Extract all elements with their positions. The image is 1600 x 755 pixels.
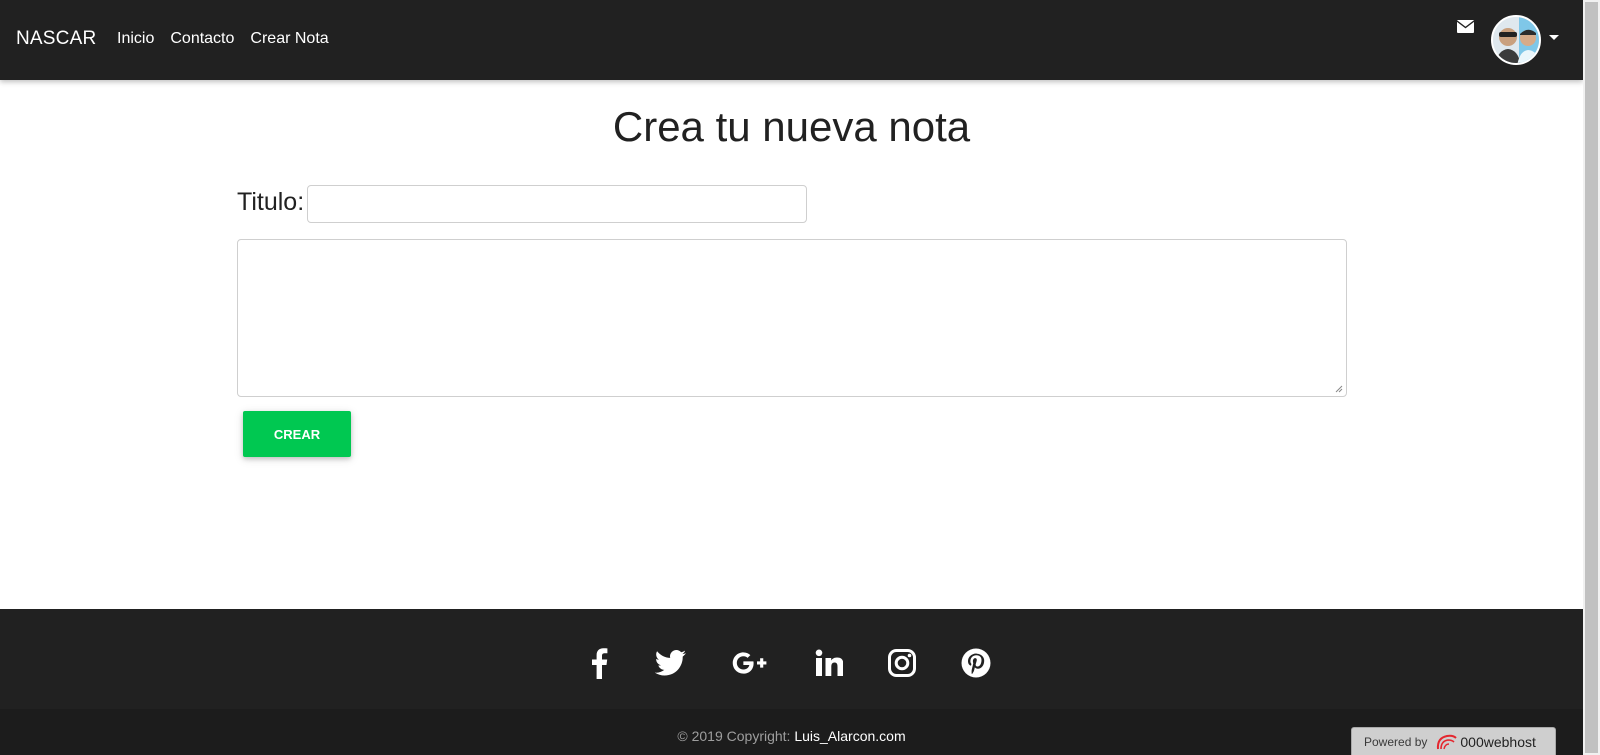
powered-by-text: Powered by [1364,735,1428,749]
crear-button[interactable]: CREAR [243,411,351,457]
note-body-textarea[interactable] [237,239,1347,397]
webhost-logo-icon [1437,734,1458,750]
nav-link-inicio[interactable]: Inicio [117,30,154,48]
twitter-icon[interactable] [652,645,688,681]
instagram-icon[interactable] [884,645,920,681]
titulo-label: Titulo: [237,188,305,216]
envelope-icon[interactable] [1457,20,1474,33]
linkedin-icon[interactable] [811,645,847,681]
host-name: 000webhost [1460,734,1536,750]
vertical-scrollbar[interactable] [1583,0,1600,755]
social-icons [0,645,1583,681]
scrollbar-thumb[interactable] [1585,2,1598,753]
resize-grip-icon[interactable] [1335,385,1343,393]
titulo-input[interactable] [307,185,807,223]
brand-link[interactable]: NASCAR [16,28,96,50]
pinterest-icon[interactable] [958,645,994,681]
navbar: NASCAR Inicio Contacto Crear Nota [0,0,1583,80]
google-plus-icon[interactable] [732,645,768,681]
copyright-bar: © 2019 Copyright: Luis_Alarcon.com [0,709,1583,755]
footer [0,609,1583,709]
nav-links: Inicio Contacto Crear Nota [117,30,329,48]
nav-link-crear-nota[interactable]: Crear Nota [250,30,328,48]
powered-by-badge[interactable]: Powered by 000webhost [1351,727,1556,755]
page-title: Crea tu nueva nota [612,103,971,150]
facebook-icon[interactable] [581,645,617,681]
page: NASCAR Inicio Contacto Crear Nota Crea t… [0,0,1583,755]
nav-link-contacto[interactable]: Contacto [170,30,234,48]
copyright-text: © 2019 Copyright: [677,728,795,744]
copyright-link[interactable]: Luis_Alarcon.com [794,728,905,744]
caret-down-icon[interactable] [1549,35,1559,40]
user-avatar[interactable] [1491,15,1541,65]
